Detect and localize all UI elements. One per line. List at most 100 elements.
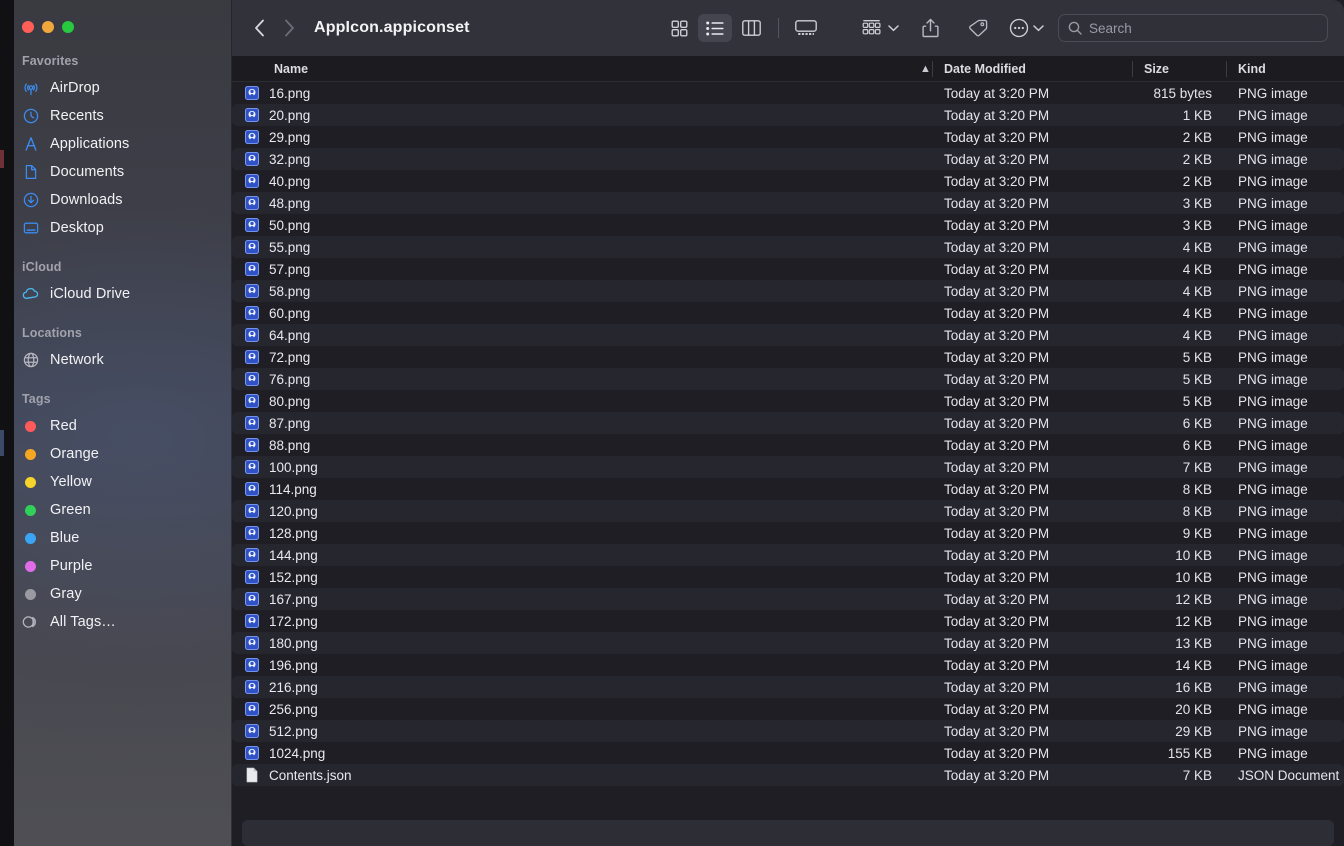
date-modified-cell: Today at 3:20 PM [944,591,1050,607]
sidebar-list[interactable]: Favorites AirDrop Recents Applications Docum… [0,0,232,636]
table-row[interactable]: 60.png Today at 3:20 PM 4 KB PNG image [232,302,1344,324]
table-row[interactable]: 64.png Today at 3:20 PM 4 KB PNG image [232,324,1344,346]
empty-selection-row[interactable] [242,820,1334,846]
table-row[interactable]: 32.png Today at 3:20 PM 2 KB PNG image [232,148,1344,170]
png-icon [244,701,260,717]
column-header-kind[interactable]: Kind [1226,56,1344,82]
file-name-label: 87.png [269,415,311,431]
icon-view-button[interactable] [662,14,696,42]
kind-cell: PNG image [1238,701,1308,717]
table-row[interactable]: 216.png Today at 3:20 PM 16 KB PNG image [232,676,1344,698]
png-image-icon [245,460,259,474]
png-icon [244,107,260,123]
sidebar-item-label: Applications [50,136,130,152]
sidebar-item-documents[interactable]: Documents [0,158,232,186]
kind-cell: PNG image [1238,327,1308,343]
sidebar-item-green[interactable]: Green [0,496,232,524]
table-row[interactable]: 152.png Today at 3:20 PM 10 KB PNG image [232,566,1344,588]
kind-cell: PNG image [1238,217,1308,233]
table-row[interactable]: 80.png Today at 3:20 PM 5 KB PNG image [232,390,1344,412]
search-field[interactable]: Search [1058,14,1328,42]
close-button[interactable] [22,21,34,33]
share-button[interactable] [913,14,947,42]
sidebar-item-blue[interactable]: Blue [0,524,232,552]
size-cell: 9 KB [1182,525,1212,541]
gallery-view-button[interactable] [789,14,823,42]
kind-cell: PNG image [1238,745,1308,761]
sidebar-item-all-tags[interactable]: All Tags… [0,608,232,636]
kind-cell: PNG image [1238,129,1308,145]
file-name-cell: 512.png [232,723,932,739]
tags-button[interactable] [961,14,995,42]
size-cell: 4 KB [1182,327,1212,343]
table-row[interactable]: 87.png Today at 3:20 PM 6 KB PNG image [232,412,1344,434]
table-row[interactable]: 40.png Today at 3:20 PM 2 KB PNG image [232,170,1344,192]
sidebar-item-orange[interactable]: Orange [0,440,232,468]
table-row[interactable]: 120.png Today at 3:20 PM 8 KB PNG image [232,500,1344,522]
columns-icon [741,20,761,36]
table-row[interactable]: 88.png Today at 3:20 PM 6 KB PNG image [232,434,1344,456]
table-row[interactable]: 58.png Today at 3:20 PM 4 KB PNG image [232,280,1344,302]
chevron-right-icon [284,19,294,37]
table-row[interactable]: 72.png Today at 3:20 PM 5 KB PNG image [232,346,1344,368]
column-view-button[interactable] [734,14,768,42]
table-row[interactable]: 48.png Today at 3:20 PM 3 KB PNG image [232,192,1344,214]
table-row[interactable]: 55.png Today at 3:20 PM 4 KB PNG image [232,236,1344,258]
file-name-label: 20.png [269,107,311,123]
desktop-icon [22,220,39,237]
file-list[interactable]: 16.png Today at 3:20 PM 815 bytes PNG image… [232,82,1344,796]
back-button[interactable] [244,13,274,43]
table-row[interactable]: 180.png Today at 3:20 PM 13 KB PNG image [232,632,1344,654]
table-row[interactable]: 256.png Today at 3:20 PM 20 KB PNG image [232,698,1344,720]
sidebar-item-network[interactable]: Network [0,346,232,374]
sidebar-item-red[interactable]: Red [0,412,232,440]
table-row[interactable]: 76.png Today at 3:20 PM 5 KB PNG image [232,368,1344,390]
table-row[interactable]: 57.png Today at 3:20 PM 4 KB PNG image [232,258,1344,280]
table-row[interactable]: 100.png Today at 3:20 PM 7 KB PNG image [232,456,1344,478]
sidebar-item-icloud-drive[interactable]: iCloud Drive [0,280,232,308]
table-row[interactable]: 144.png Today at 3:20 PM 10 KB PNG image [232,544,1344,566]
column-header-date-modified[interactable]: Date Modified [932,56,1132,82]
sidebar-item-applications[interactable]: Applications [0,130,232,158]
table-row[interactable]: 29.png Today at 3:20 PM 2 KB PNG image [232,126,1344,148]
table-row[interactable]: 114.png Today at 3:20 PM 8 KB PNG image [232,478,1344,500]
sidebar-item-downloads[interactable]: Downloads [0,186,232,214]
sidebar-item-purple[interactable]: Purple [0,552,232,580]
more-actions-button[interactable] [1009,18,1044,38]
table-row[interactable]: 128.png Today at 3:20 PM 9 KB PNG image [232,522,1344,544]
table-row[interactable]: 16.png Today at 3:20 PM 815 bytes PNG image [232,82,1344,104]
png-icon [244,657,260,673]
table-row[interactable]: 512.png Today at 3:20 PM 29 KB PNG image [232,720,1344,742]
list-view-button[interactable] [698,14,732,42]
table-row[interactable]: 1024.png Today at 3:20 PM 155 KB PNG image [232,742,1344,764]
table-row[interactable]: 167.png Today at 3:20 PM 12 KB PNG image [232,588,1344,610]
table-row[interactable]: Contents.json Today at 3:20 PM 7 KB JSON Do… [232,764,1344,786]
table-row[interactable]: 20.png Today at 3:20 PM 1 KB PNG image [232,104,1344,126]
zoom-button[interactable] [62,21,74,33]
sidebar-item-desktop[interactable]: Desktop [0,214,232,242]
kind-cell: PNG image [1238,239,1308,255]
column-header-name[interactable]: Name [232,56,932,82]
minimize-button[interactable] [42,21,54,33]
file-name-cell: 87.png [232,415,932,431]
date-modified-cell: Today at 3:20 PM [944,173,1050,189]
sidebar-item-airdrop[interactable]: AirDrop [0,74,232,102]
group-by-button[interactable] [862,19,899,37]
kind-cell: PNG image [1238,393,1308,409]
globe-icon [22,352,39,369]
table-row[interactable]: 196.png Today at 3:20 PM 14 KB PNG image [232,654,1344,676]
date-modified-cell: Today at 3:20 PM [944,129,1050,145]
sidebar-section-title-tags: Tags [22,392,51,406]
png-icon [244,129,260,145]
sidebar-item-gray[interactable]: Gray [0,580,232,608]
sidebar-item-yellow[interactable]: Yellow [0,468,232,496]
size-cell: 8 KB [1182,481,1212,497]
png-icon [244,305,260,321]
column-header-size[interactable]: Size [1132,56,1226,82]
forward-button[interactable] [274,13,304,43]
table-row[interactable]: 172.png Today at 3:20 PM 12 KB PNG image [232,610,1344,632]
date-modified-cell: Today at 3:20 PM [944,635,1050,651]
sidebar-item-recents[interactable]: Recents [0,102,232,130]
more-circle-icon [1009,18,1029,38]
table-row[interactable]: 50.png Today at 3:20 PM 3 KB PNG image [232,214,1344,236]
